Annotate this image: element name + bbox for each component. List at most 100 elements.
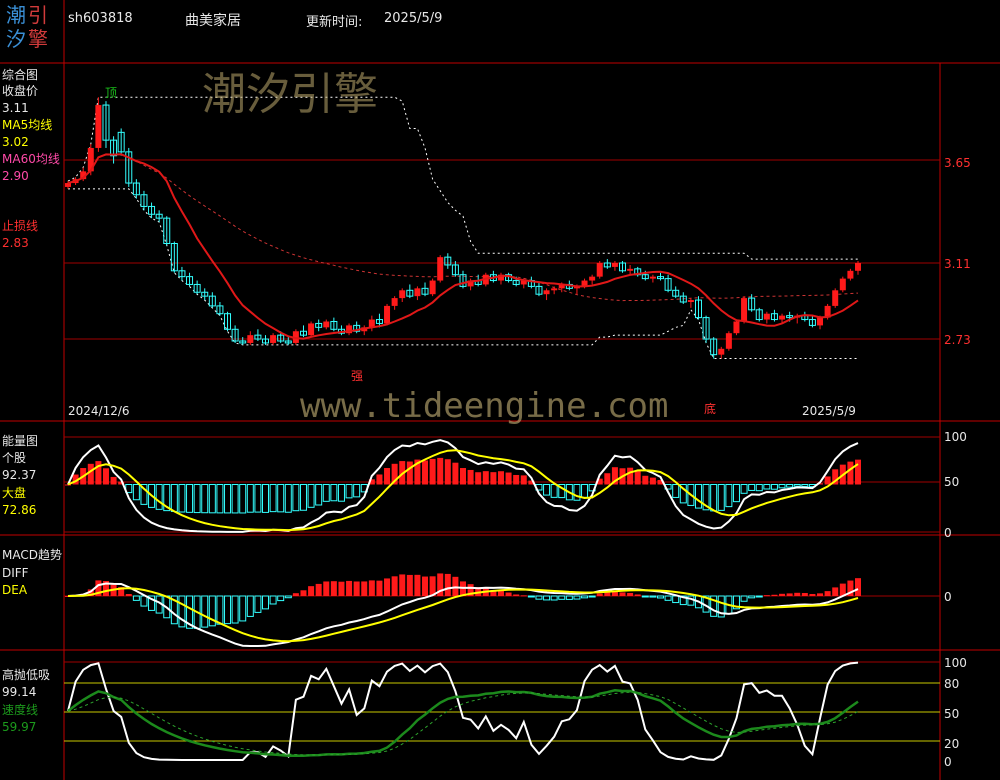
energy-bar xyxy=(763,484,771,490)
macd-bar xyxy=(132,595,140,601)
candle-body xyxy=(399,290,406,299)
energy-bar xyxy=(513,474,520,485)
macd-bar xyxy=(201,595,209,628)
energy-bar xyxy=(801,484,809,487)
energy-bar xyxy=(262,484,269,513)
energy-bar xyxy=(315,484,323,506)
macd-bar xyxy=(619,592,626,596)
energy-bar xyxy=(216,484,224,514)
macd-bar xyxy=(558,595,566,600)
macd-bar xyxy=(414,574,421,596)
main-title: 综合图 xyxy=(2,68,39,82)
y-tick-2.73: 2.73 xyxy=(944,333,971,347)
energy-bar xyxy=(490,472,497,485)
macd-bar xyxy=(391,576,398,596)
macd-bar xyxy=(308,586,315,596)
main-chart xyxy=(65,96,861,359)
energy-bar xyxy=(330,484,338,502)
hl-value: 99.14 xyxy=(2,685,37,699)
energy-bar xyxy=(732,484,740,503)
macd-bar xyxy=(565,595,573,600)
energy-title: 能量图 xyxy=(2,434,39,448)
energy-bar xyxy=(770,484,778,490)
candle-body xyxy=(384,305,391,324)
ma60-label: MA60均线 xyxy=(2,152,60,166)
energy-bar xyxy=(475,472,482,485)
energy-bar xyxy=(284,484,292,513)
energy-bar xyxy=(186,484,194,513)
ma5-label: MA5均线 xyxy=(2,118,53,132)
close-label: 收盘价 xyxy=(2,84,39,98)
macd-bar xyxy=(824,591,831,596)
macd-bar xyxy=(231,595,239,624)
energy-bar xyxy=(550,484,558,498)
energy-bar xyxy=(634,471,641,485)
diff-label: DIFF xyxy=(2,566,29,580)
energy-tick-50: 50 xyxy=(944,475,960,489)
candle-body xyxy=(779,315,786,320)
energy-bar xyxy=(710,484,718,512)
hl-tick-0: 0 xyxy=(944,755,952,769)
macd-title: MACD趋势 xyxy=(2,548,62,562)
energy-bar xyxy=(649,477,656,485)
energy-bar xyxy=(824,476,831,485)
macd-bar xyxy=(786,593,793,596)
candle-body xyxy=(391,298,398,306)
macd-bar xyxy=(672,595,680,604)
energy-bar xyxy=(429,458,436,485)
ma5-value: 3.02 xyxy=(2,135,29,149)
hl-chart xyxy=(67,661,859,761)
energy-bar xyxy=(110,476,117,485)
energy-bar xyxy=(201,484,209,514)
macd-bar xyxy=(368,580,375,596)
macd-bar xyxy=(125,593,132,596)
macd-bar xyxy=(543,595,551,601)
energy-bar xyxy=(132,484,140,501)
speed-value: 59.97 xyxy=(2,720,37,734)
energy-bar xyxy=(482,471,489,485)
macd-bar xyxy=(246,595,254,617)
macd-bar xyxy=(664,595,672,601)
energy-bar xyxy=(231,484,239,514)
energy-bar xyxy=(573,484,581,501)
candle-body xyxy=(437,257,444,281)
macd-bar xyxy=(269,595,277,605)
macd-bar xyxy=(346,580,353,596)
energy-bar xyxy=(299,484,307,511)
energy-bar xyxy=(672,484,680,498)
energy-bar xyxy=(855,459,861,485)
stop-line xyxy=(67,153,859,340)
energy-bar xyxy=(345,484,353,499)
energy-tick-100: 100 xyxy=(944,430,967,444)
macd-bar xyxy=(588,595,596,598)
energy-bar xyxy=(505,472,512,485)
energy-bar xyxy=(497,471,504,485)
energy-bar xyxy=(254,484,262,513)
energy-bar xyxy=(87,463,94,485)
hl-tick-50: 50 xyxy=(944,707,960,721)
y-tick-3.11: 3.11 xyxy=(944,257,971,271)
candle-body xyxy=(611,263,618,267)
macd-bar xyxy=(573,595,581,600)
macd-bar xyxy=(771,594,778,596)
date-start: 2024/12/6 xyxy=(68,404,130,418)
speed-line xyxy=(67,689,859,758)
candle-body xyxy=(323,321,330,328)
energy-bar xyxy=(581,484,589,498)
energy-tick-0: 0 xyxy=(944,526,952,540)
macd-bar xyxy=(406,574,413,596)
macd-bar xyxy=(422,576,429,596)
hl-tick-100: 100 xyxy=(944,656,967,670)
energy-bar xyxy=(337,484,345,502)
candle-body xyxy=(308,323,315,336)
macd-bar xyxy=(649,595,657,598)
candle-body xyxy=(551,288,558,291)
macd-bar xyxy=(641,595,649,598)
macd-bar xyxy=(832,587,839,596)
macd-bar xyxy=(178,595,186,628)
macd-bar xyxy=(855,578,861,596)
macd-bar xyxy=(520,595,527,597)
macd-bar xyxy=(740,595,748,602)
macd-bar xyxy=(284,595,292,599)
energy-bar xyxy=(642,475,649,485)
